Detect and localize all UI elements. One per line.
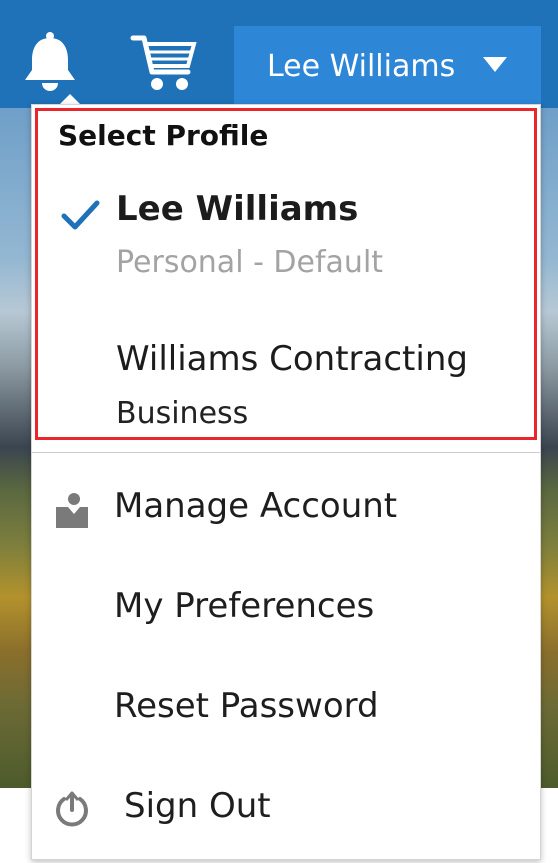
- select-profile-heading: Select Profile: [58, 119, 269, 152]
- power-icon: [56, 791, 88, 827]
- checkmark-icon: [61, 200, 100, 230]
- profile-subtitle-business: Business: [116, 396, 249, 431]
- person-icon: [56, 493, 88, 528]
- sign-out-item[interactable]: Sign Out: [32, 770, 540, 850]
- top-navigation-bar: Lee Williams: [0, 0, 558, 108]
- profile-option-personal[interactable]: Lee Williams: [116, 189, 358, 229]
- sign-out-label: Sign Out: [124, 786, 271, 826]
- reset-password-label: Reset Password: [114, 686, 379, 726]
- profile-subtitle-personal: Personal - Default: [116, 245, 384, 280]
- shopping-cart-icon[interactable]: [130, 32, 200, 94]
- profile-selector: Select Profile Lee Williams Personal - D…: [35, 108, 537, 440]
- my-preferences-label: My Preferences: [114, 586, 375, 626]
- manage-account-label: Manage Account: [114, 486, 398, 526]
- caret-down-icon: [483, 57, 507, 72]
- app-screen: Lee Williams Select Profile Lee Williams…: [0, 0, 558, 863]
- user-dropdown-menu: Select Profile Lee Williams Personal - D…: [31, 104, 541, 860]
- user-name-label: Lee Williams: [267, 49, 456, 84]
- background-photo-right: [538, 108, 558, 788]
- user-menu-button[interactable]: Lee Williams: [234, 26, 541, 108]
- my-preferences-item[interactable]: My Preferences: [32, 570, 540, 650]
- bell-icon[interactable]: [20, 30, 80, 92]
- manage-account-item[interactable]: Manage Account: [32, 470, 540, 550]
- profile-option-business[interactable]: Williams Contracting: [116, 339, 468, 379]
- background-photo-left: [0, 108, 34, 788]
- menu-divider: [32, 452, 540, 453]
- reset-password-item[interactable]: Reset Password: [32, 670, 540, 750]
